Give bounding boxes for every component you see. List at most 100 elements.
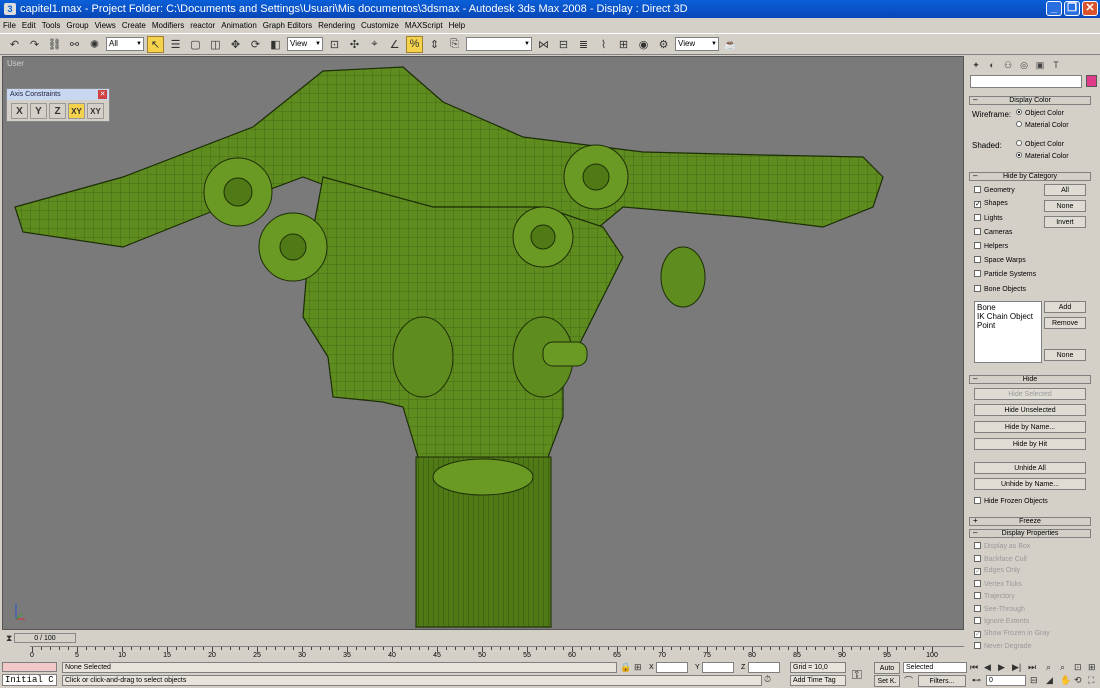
layer-manager-icon[interactable]: ≣: [575, 36, 592, 53]
track-bar[interactable]: 0 5 10 15 20 25 30 35 40 45 50 55 60 65 70 75 80 85 90 95 10…: [30, 646, 964, 660]
shaded-material-color-radio[interactable]: Material Color: [1016, 152, 1069, 160]
category-list[interactable]: Bone IK Chain Object Point: [974, 301, 1042, 363]
object-name-field[interactable]: [970, 75, 1082, 88]
redo-icon[interactable]: ↷: [26, 36, 43, 53]
percent-snap-icon[interactable]: %: [406, 35, 423, 53]
zoom-icon[interactable]: ⌕: [1046, 662, 1051, 673]
list-item[interactable]: Point: [977, 321, 1039, 330]
list-item[interactable]: IK Chain Object: [977, 312, 1039, 321]
bind-space-warp-icon[interactable]: ✺: [86, 36, 103, 53]
close-icon[interactable]: ✕: [98, 90, 107, 99]
align-icon[interactable]: ⊟: [555, 36, 572, 53]
zoom-extents-icon[interactable]: ⊡: [1074, 662, 1082, 673]
maximize-viewport-icon[interactable]: ⛶: [1088, 675, 1094, 686]
category-geometry-checkbox[interactable]: Geometry: [974, 186, 1015, 194]
ignore-extents-checkbox[interactable]: Ignore Extents: [974, 617, 1029, 625]
trajectory-checkbox[interactable]: Trajectory: [974, 592, 1015, 600]
material-editor-icon[interactable]: ◉: [635, 36, 652, 53]
absolute-transform-icon[interactable]: ⊞: [634, 662, 642, 673]
go-to-end-icon[interactable]: ⏭: [1028, 662, 1036, 673]
restore-button[interactable]: ❐: [1064, 1, 1080, 16]
selection-filter-dropdown[interactable]: All: [106, 37, 144, 51]
category-remove-button[interactable]: Remove: [1044, 317, 1086, 329]
pivot-center-icon[interactable]: ⊡: [326, 36, 343, 53]
menu-file[interactable]: File: [3, 21, 16, 30]
menu-edit[interactable]: Edit: [22, 21, 36, 30]
hide-header[interactable]: – Hide: [969, 375, 1091, 384]
arc-rotate-icon[interactable]: ⟲: [1074, 675, 1082, 686]
undo-icon[interactable]: ↶: [6, 36, 23, 53]
category-none-button[interactable]: None: [1044, 200, 1086, 212]
schematic-view-icon[interactable]: ⊞: [615, 36, 632, 53]
category-list-none-button[interactable]: None: [1044, 349, 1086, 361]
category-helpers-checkbox[interactable]: Helpers: [974, 242, 1008, 250]
angle-snap-icon[interactable]: ∠: [386, 36, 403, 53]
category-bone-objects-checkbox[interactable]: Bone Objects: [974, 285, 1026, 293]
see-through-checkbox[interactable]: See-Through: [974, 605, 1025, 613]
curve-editor-icon[interactable]: ⌇: [595, 36, 612, 53]
move-icon[interactable]: ✥: [227, 36, 244, 53]
render-view-dropdown[interactable]: View: [675, 37, 719, 51]
category-particle-systems-checkbox[interactable]: Particle Systems: [974, 270, 1036, 278]
motion-tab-icon[interactable]: ◎: [1017, 58, 1031, 72]
menu-modifiers[interactable]: Modifiers: [152, 21, 184, 30]
play-icon[interactable]: ▶: [998, 662, 1005, 673]
quick-render-icon[interactable]: ☕: [722, 36, 739, 53]
axis-x-button[interactable]: X: [11, 103, 28, 119]
zoom-all-icon[interactable]: ⌕: [1060, 662, 1065, 673]
z-coordinate-field[interactable]: [748, 662, 780, 673]
freeze-header[interactable]: + Freeze: [969, 517, 1091, 526]
menu-tools[interactable]: Tools: [42, 21, 61, 30]
select-by-name-icon[interactable]: ☰: [167, 36, 184, 53]
rectangular-selection-icon[interactable]: ▢: [187, 36, 204, 53]
hide-selected-button[interactable]: Hide Selected: [974, 388, 1086, 400]
menu-group[interactable]: Group: [66, 21, 88, 30]
hide-by-category-header[interactable]: – Hide by Category: [969, 172, 1091, 181]
maxscript-listener-top[interactable]: [2, 662, 57, 672]
axis-y-button[interactable]: Y: [30, 103, 47, 119]
hide-by-name-button[interactable]: Hide by Name...: [974, 421, 1086, 433]
utilities-tab-icon[interactable]: T: [1049, 58, 1063, 72]
menu-maxscript[interactable]: MAXScript: [405, 21, 443, 30]
go-to-start-icon[interactable]: ⏮: [970, 662, 978, 673]
field-of-view-icon[interactable]: ◢: [1046, 675, 1053, 686]
wireframe-object-color-radio[interactable]: Object Color: [1016, 109, 1064, 117]
x-coordinate-field[interactable]: [656, 662, 688, 673]
display-properties-header[interactable]: – Display Properties: [969, 529, 1091, 538]
category-all-button[interactable]: All: [1044, 184, 1086, 196]
zoom-extents-all-icon[interactable]: ⊞: [1088, 662, 1096, 673]
category-cameras-checkbox[interactable]: Cameras: [974, 228, 1012, 236]
axis-constraints-header[interactable]: Axis Constraints ✕: [7, 89, 109, 100]
menu-help[interactable]: Help: [449, 21, 465, 30]
modify-tab-icon[interactable]: ◐: [985, 58, 999, 72]
display-tab-icon[interactable]: ▣: [1033, 58, 1047, 72]
unlink-icon[interactable]: ⚯: [66, 36, 83, 53]
key-mode-icon[interactable]: ⊷: [972, 675, 981, 686]
menu-create[interactable]: Create: [122, 21, 146, 30]
unhide-by-name-button[interactable]: Unhide by Name...: [974, 478, 1086, 490]
menu-customize[interactable]: Customize: [361, 21, 399, 30]
reference-coordinate-dropdown[interactable]: View: [287, 37, 323, 51]
create-tab-icon[interactable]: ✦: [969, 58, 983, 72]
category-space-warps-checkbox[interactable]: Space Warps: [974, 256, 1026, 264]
auto-key-button[interactable]: Auto: [874, 662, 900, 674]
add-time-tag-button[interactable]: Add Time Tag: [790, 675, 846, 686]
snaps-toggle-icon[interactable]: ⌖: [366, 36, 383, 53]
next-frame-icon[interactable]: ▶|: [1012, 662, 1021, 673]
time-config-icon[interactable]: ⧗: [6, 633, 12, 644]
app-icon[interactable]: 3: [4, 3, 16, 15]
axis-z-button[interactable]: Z: [49, 103, 66, 119]
time-configuration-icon[interactable]: ⊟: [1030, 675, 1038, 686]
menu-graph-editors[interactable]: Graph Editors: [263, 21, 312, 30]
scale-icon[interactable]: ◧: [267, 36, 284, 53]
time-tag-icon[interactable]: ⏱: [764, 674, 771, 685]
viewport-user[interactable]: User: [2, 56, 964, 630]
select-manipulate-icon[interactable]: ✣: [346, 36, 363, 53]
category-shapes-checkbox[interactable]: ✓ Shapes: [974, 200, 1008, 208]
never-degrade-checkbox[interactable]: Never Degrade: [974, 642, 1031, 650]
default-tangent-icon[interactable]: ⌒: [904, 674, 913, 687]
select-object-icon[interactable]: ↖: [147, 35, 164, 53]
named-selection-dropdown[interactable]: [466, 37, 532, 51]
current-frame-field[interactable]: 0: [986, 675, 1026, 686]
vertex-ticks-checkbox[interactable]: Vertex Ticks: [974, 580, 1022, 588]
